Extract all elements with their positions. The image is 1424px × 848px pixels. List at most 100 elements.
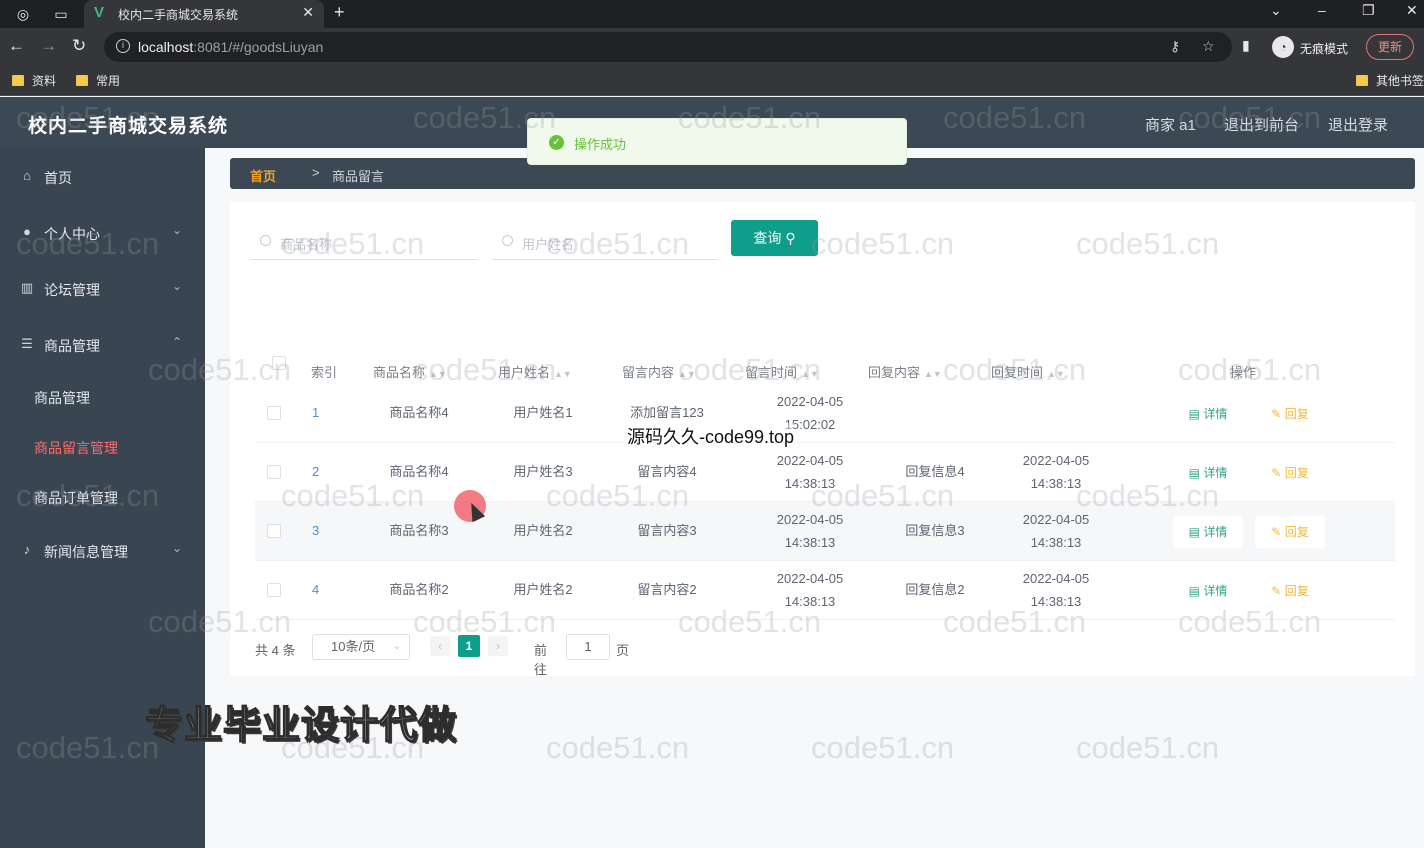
next-page-icon[interactable]: › (488, 636, 508, 656)
site-tag-overlay: 源码久久-code99.top (627, 423, 795, 449)
sidebar-item-forum[interactable]: ▥ 论坛管理 ⌄ (0, 274, 205, 304)
browser-tab-active[interactable]: V 校内二手商城交易系统 ✕ (84, 0, 324, 28)
reply-button[interactable]: ✎ 回复 (1255, 516, 1325, 548)
bookmark-star-icon[interactable]: ☆ (1202, 38, 1215, 55)
cell-reply-time: 2022-04-05 14:38:13 (1022, 453, 1090, 491)
address-toolbar: ← → ↻ i localhost:8081/#/goodsLiuyan ⚷ ☆… (0, 28, 1424, 66)
cell-time: 2022-04-05 14:38:13 (776, 512, 844, 550)
browser-update-button[interactable]: 更新 (1366, 34, 1414, 60)
chevron-down-icon: ⌄ (172, 541, 183, 555)
back-icon[interactable]: ← (8, 36, 25, 56)
key-icon[interactable]: ⚷ (1170, 38, 1180, 55)
folder-icon (76, 75, 88, 86)
cell-time: 2022-04-05 14:38:13 (776, 571, 844, 609)
incognito-icon[interactable]: ◔ (1272, 36, 1294, 58)
query-button[interactable]: 查询 ⚲ (731, 220, 818, 256)
search-icon: ⚲ (785, 230, 796, 246)
sidebar-item-news[interactable]: ♪ 新闻信息管理 ⌄ (0, 536, 205, 566)
cell-time: 2022-04-05 14:38:13 (776, 453, 844, 491)
th-content[interactable]: 留言内容 ▲▼ (622, 362, 696, 381)
detail-button[interactable]: ▤ 详情 (1173, 516, 1243, 548)
detail-button[interactable]: ▤ 详情 (1173, 398, 1243, 430)
page-number-current[interactable]: 1 (458, 635, 480, 657)
table-row: 3 商品名称3 用户姓名2 留言内容3 2022-04-05 14:38:13 … (255, 502, 1395, 561)
bookmark-folder-other[interactable]: 其他书签 (1356, 72, 1424, 89)
cell-index: 2 (312, 464, 320, 479)
incognito-label: 无痕模式 (1300, 42, 1349, 56)
page-size-select[interactable]: 10条/页 ⌄ (312, 634, 410, 660)
front-page-link[interactable]: 退出到前台 (1224, 114, 1299, 135)
reply-button[interactable]: ✎ 回复 (1255, 457, 1325, 489)
reload-icon[interactable]: ↻ (72, 36, 86, 56)
browser-profile-icon[interactable]: ◎ (12, 3, 34, 25)
select-all-checkbox[interactable] (272, 356, 286, 370)
th-reply[interactable]: 回复内容 ▲▼ (868, 362, 942, 381)
tab-title: 校内二手商城交易系统 (118, 8, 239, 22)
bookmark-folder-resources[interactable]: 资料 (12, 72, 56, 89)
goods-name-input[interactable]: 商品名称 (250, 224, 478, 260)
row-checkbox[interactable] (267, 406, 281, 420)
minimize-icon[interactable]: – (1318, 2, 1326, 18)
sidebar-item-personal-center[interactable]: ● 个人中心 ⌄ (0, 218, 205, 248)
cell-reply: 回复信息4 (905, 464, 965, 479)
th-user[interactable]: 用户姓名 ▲▼ (498, 362, 572, 381)
chevron-down-icon: ⌄ (392, 641, 401, 652)
detail-button[interactable]: ▤ 详情 (1173, 457, 1243, 489)
close-window-icon[interactable]: ✕ (1406, 2, 1418, 19)
cell-goods: 商品名称3 (389, 523, 449, 538)
cell-content: 留言内容2 (637, 582, 697, 597)
sidebar-sub-goods-messages[interactable]: 商品留言管理 (34, 438, 118, 458)
cell-goods: 商品名称4 (389, 405, 449, 420)
chevron-up-icon: ⌃ (172, 335, 183, 349)
url-bar[interactable]: i localhost:8081/#/goodsLiuyan ⚷ ☆ (104, 32, 1232, 62)
th-time[interactable]: 留言时间 ▲▼ (745, 362, 819, 381)
toast-message: 操作成功 (574, 137, 627, 152)
row-checkbox[interactable] (267, 524, 281, 538)
restore-icon[interactable]: ❐ (1362, 2, 1375, 19)
cell-user: 用户姓名2 (513, 582, 573, 597)
search-icon (260, 235, 271, 246)
page-unit-label: 页 (616, 643, 630, 658)
sidebar-item-label: 首页 (44, 170, 72, 186)
goto-page-input[interactable]: 1 (566, 634, 610, 660)
tab-search-icon[interactable]: ▭ (50, 3, 72, 25)
reply-button[interactable]: ✎ 回复 (1255, 398, 1325, 430)
bookmarks-bar: 资料 常用 其他书签 (0, 66, 1424, 96)
content-panel: 商品名称 用户姓名 查询 ⚲ 索引 商品名称 ▲▼ 用户姓名 ▲▼ 留言内容 ▲▼ 留… (230, 202, 1415, 677)
sidebar-toggle-icon[interactable]: ▮ (1242, 37, 1250, 54)
sliders-icon: ☰ (21, 336, 33, 351)
folder-icon (12, 75, 24, 86)
sidebar-item-goods[interactable]: ☰ 商品管理 ⌃ (0, 330, 205, 360)
cell-reply-time: 2022-04-05 14:38:13 (1022, 571, 1090, 609)
cell-content: 留言内容4 (637, 464, 697, 479)
app-title: 校内二手商城交易系统 (28, 116, 229, 137)
breadcrumb-home[interactable]: 首页 (250, 166, 276, 185)
browser-tab-strip: ◎ ▭ V 校内二手商城交易系统 ✕ + ⌄ – ❐ ✕ (0, 0, 1424, 28)
row-checkbox[interactable] (267, 465, 281, 479)
table-row: 1 商品名称4 用户姓名1 添加留言123 2022-04-05 15:02:0… (255, 384, 1395, 443)
logout-link[interactable]: 退出登录 (1328, 114, 1388, 135)
cell-index: 4 (312, 582, 320, 597)
th-reply-time[interactable]: 回复时间 ▲▼ (991, 362, 1065, 381)
user-name-input[interactable]: 用户姓名 (492, 224, 718, 260)
search-icon (502, 235, 513, 246)
detail-button[interactable]: ▤ 详情 (1173, 575, 1243, 607)
new-tab-icon[interactable]: + (334, 2, 345, 23)
cell-user: 用户姓名3 (513, 464, 573, 479)
forward-icon[interactable]: → (40, 36, 57, 56)
sidebar-sub-goods-orders[interactable]: 商品订单管理 (34, 488, 118, 508)
cell-content: 添加留言123 (630, 405, 704, 420)
site-info-icon[interactable]: i (116, 39, 130, 53)
prev-page-icon[interactable]: ‹ (430, 636, 450, 656)
sidebar-item-home[interactable]: ⌂ 首页 (0, 162, 205, 192)
sidebar-sub-goods[interactable]: 商品管理 (34, 388, 90, 408)
tab-list-chevron-icon[interactable]: ⌄ (1270, 2, 1282, 19)
row-checkbox[interactable] (267, 583, 281, 597)
table-row: 4 商品名称2 用户姓名2 留言内容2 2022-04-05 14:38:13 … (255, 561, 1395, 620)
home-icon: ⌂ (23, 168, 31, 183)
tab-close-icon[interactable]: ✕ (302, 4, 314, 21)
bookmark-folder-common[interactable]: 常用 (76, 72, 120, 89)
cell-user: 用户姓名2 (513, 523, 573, 538)
th-goods[interactable]: 商品名称 ▲▼ (373, 362, 447, 381)
reply-button[interactable]: ✎ 回复 (1255, 575, 1325, 607)
